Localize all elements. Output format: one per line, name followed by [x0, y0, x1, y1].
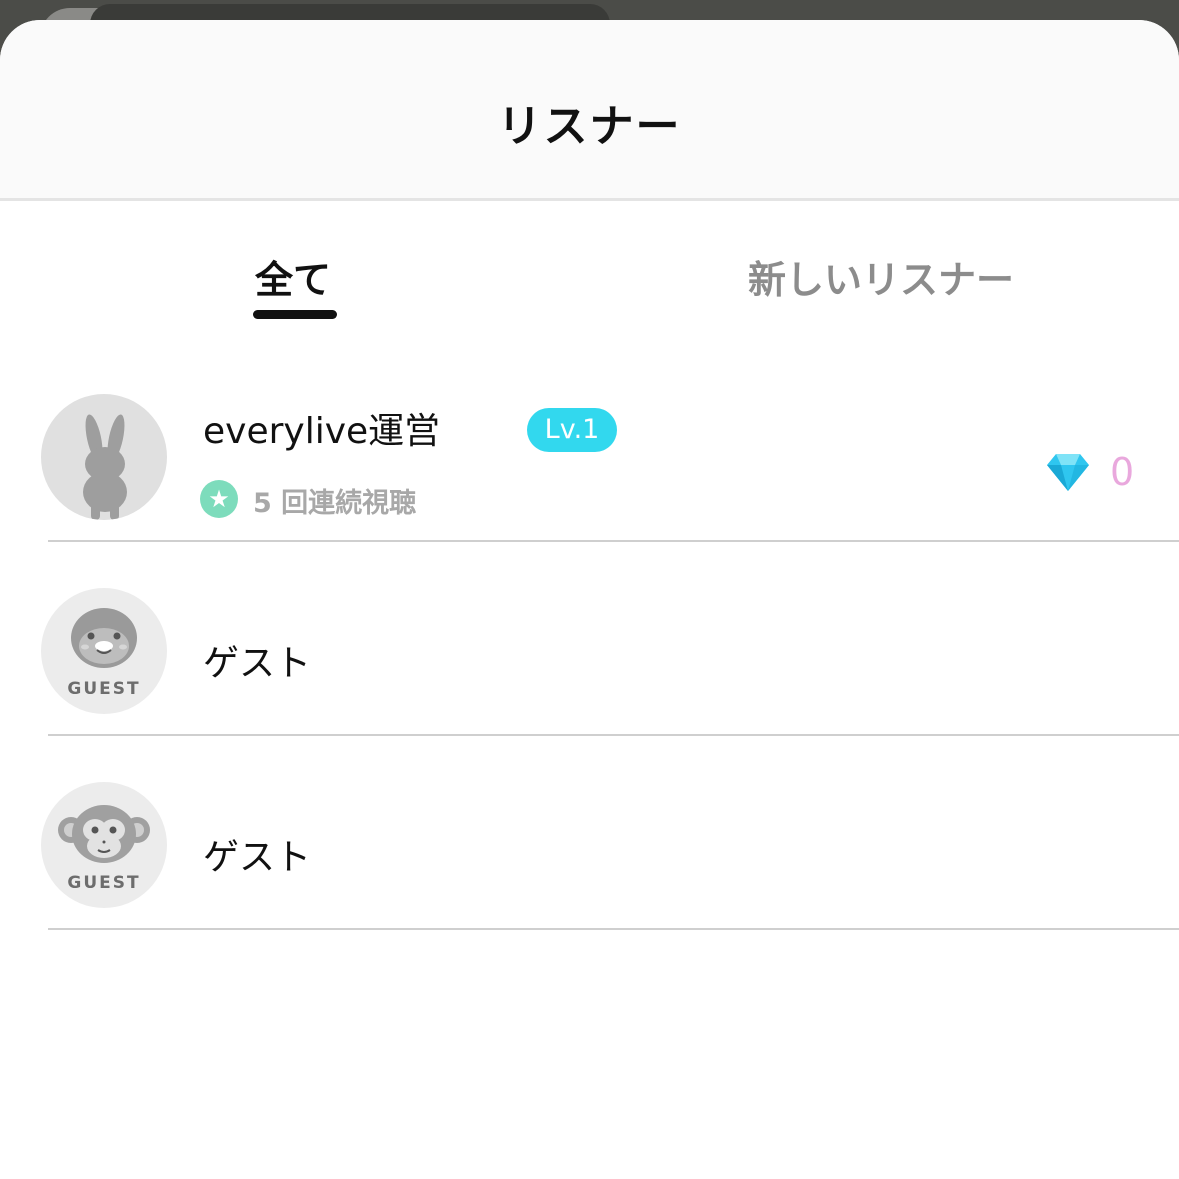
listener-row[interactable]: GUEST ゲスト — [0, 542, 1179, 736]
level-badge: Lv.1 — [527, 408, 617, 452]
diamond-icon — [1047, 454, 1089, 491]
diamond-count: 0 — [1110, 450, 1135, 494]
sheet-title: リスナー — [497, 101, 682, 152]
avatar[interactable]: GUEST — [41, 782, 167, 908]
listener-name: ゲスト — [203, 643, 312, 684]
tab-new-listeners[interactable]: 新しいリスナー — [748, 249, 1014, 304]
tab-all[interactable]: 全て — [255, 249, 331, 304]
listener-row[interactable]: GUEST ゲスト — [0, 736, 1179, 930]
star-icon: ★ — [200, 480, 238, 518]
tab-bar: 全て 新しいリスナー — [0, 201, 1179, 341]
streak-text: 5 回連続視聴 — [253, 488, 417, 519]
guest-caption: GUEST — [67, 679, 141, 699]
guest-caption: GUEST — [67, 873, 141, 893]
listener-name: everylive運営 — [203, 411, 441, 452]
row-divider — [48, 928, 1179, 930]
avatar[interactable] — [41, 394, 167, 520]
rabbit-silhouette-icon — [83, 414, 127, 520]
sheet-header: リスナー — [0, 20, 1179, 201]
active-tab-indicator — [253, 310, 337, 319]
avatar[interactable]: GUEST — [41, 588, 167, 714]
listener-sheet: リスナー 全て 新しいリスナー everylive運営 Lv.1 ★ 5 回連続… — [0, 20, 1179, 1179]
listener-row[interactable]: everylive運営 Lv.1 ★ 5 回連続視聴 0 — [0, 348, 1179, 542]
listener-name: ゲスト — [203, 837, 312, 878]
